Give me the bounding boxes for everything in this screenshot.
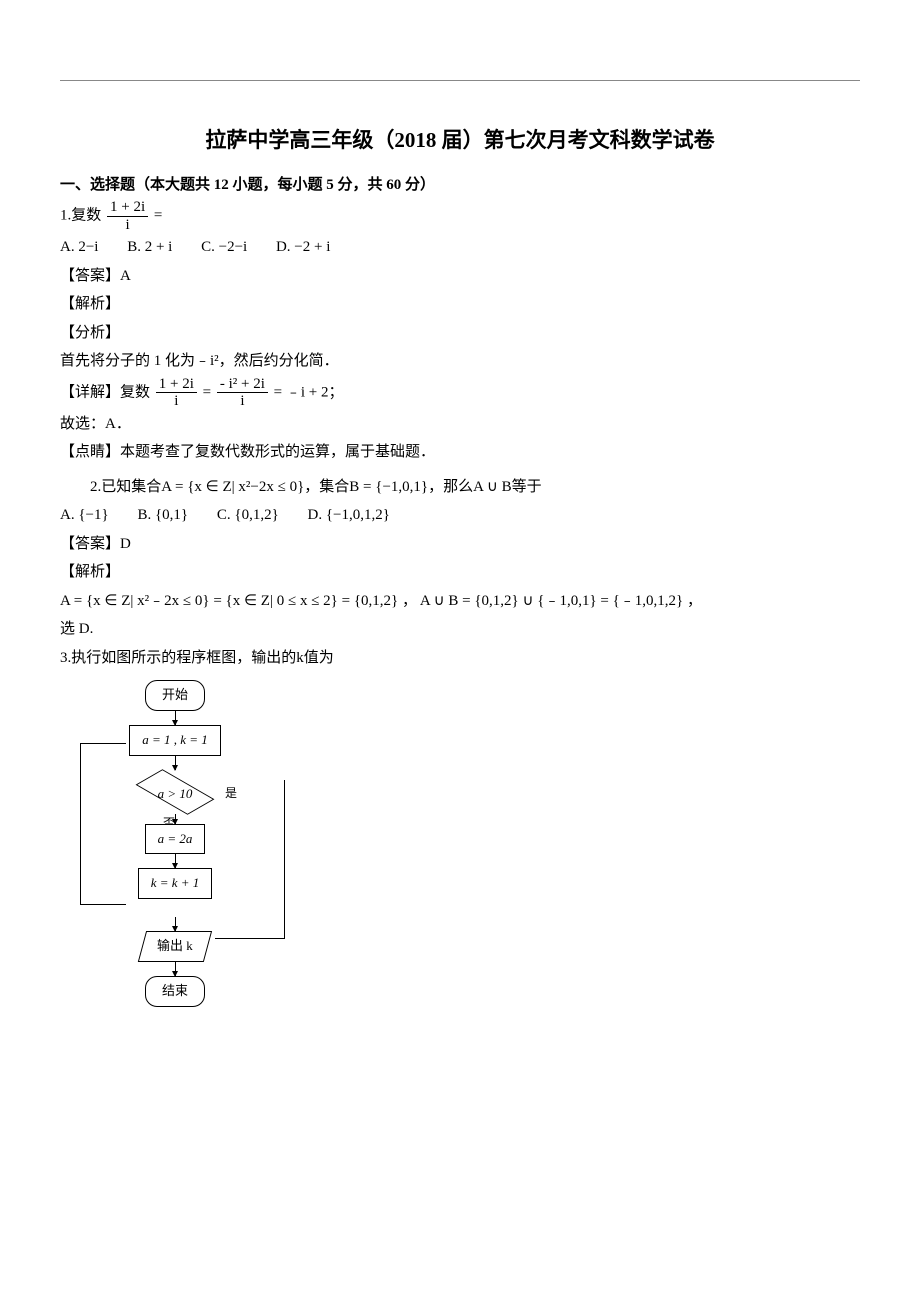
q1-detail: 【详解】复数 1 + 2i i = - i² + 2i i = ﹣i + 2；	[60, 376, 860, 410]
q1-so: 故选：A．	[60, 410, 860, 439]
opt-d: D. {−1,0,1,2}	[308, 507, 390, 523]
arrow-icon	[175, 711, 176, 725]
arrow-icon	[175, 917, 176, 931]
yes-line-horizontal	[215, 938, 285, 939]
opt-d: D. −2 + i	[276, 239, 330, 255]
page-title: 拉萨中学高三年级（2018 届）第七次月考文科数学试卷	[60, 121, 860, 161]
q1-options: A. 2−i B. 2 + i C. −2−i D. −2 + i	[60, 233, 860, 262]
frac-den: i	[217, 393, 268, 410]
q1-dianjing: 【点睛】本题考查了复数代数形式的运算，属于基础题．	[60, 438, 860, 467]
q2-options: A. {−1} B. {0,1} C. {0,1,2} D. {−1,0,1,2…	[60, 501, 860, 530]
q2-answer: 【答案】D	[60, 530, 860, 559]
frac-num: 1 + 2i	[156, 376, 197, 394]
flow-decision: a > 10 是 否	[135, 772, 215, 812]
arrow-icon	[175, 962, 176, 976]
detail-prefix: 【详解】复数	[60, 384, 150, 400]
flow-output-text: 输出 k	[157, 934, 193, 959]
frac-den: i	[107, 217, 148, 234]
label-yes: 是	[225, 782, 237, 805]
yes-line-vertical	[284, 780, 285, 938]
flow-column: 开始 a = 1 , k = 1 a > 10 是 否 a = 2a k = k…	[85, 680, 265, 1006]
q1-fenxi: 【分析】	[60, 319, 860, 348]
section-heading: 一、选择题（本大题共 12 小题，每小题 5 分，共 60 分）	[60, 171, 860, 200]
flow-update-a: a = 2a	[145, 824, 206, 855]
flow-start: 开始	[145, 680, 205, 711]
q2-stem: 2.已知集合A = {x ∈ Z| x²−2x ≤ 0}，集合B = {−1,0…	[60, 473, 860, 502]
flow-output: 输出 k	[138, 931, 212, 962]
detail-frac2: - i² + 2i i	[217, 376, 268, 410]
q1-stem: 1.复数 1 + 2i i =	[60, 199, 860, 233]
q1-suffix: =	[154, 208, 162, 224]
q2-so: 选 D.	[60, 615, 860, 644]
q1-answer: 【答案】A	[60, 262, 860, 291]
opt-a: A. {−1}	[60, 507, 109, 523]
opt-c: C. −2−i	[201, 239, 247, 255]
flow-end: 结束	[145, 976, 205, 1007]
frac-num: - i² + 2i	[217, 376, 268, 394]
flow-cond: a > 10	[135, 782, 215, 807]
q2-work: A = {x ∈ Z| x²﹣2x ≤ 0} = {x ∈ Z| 0 ≤ x ≤…	[60, 587, 860, 616]
flow-init: a = 1 , k = 1	[129, 725, 221, 756]
arrow-icon	[175, 814, 176, 824]
opt-c: C. {0,1,2}	[217, 507, 279, 523]
loop-line	[80, 743, 126, 905]
arrow-icon	[175, 756, 176, 770]
opt-b: B. {0,1}	[137, 507, 188, 523]
opt-b: B. 2 + i	[127, 239, 172, 255]
flow-update-k: k = k + 1	[138, 868, 213, 899]
q1-jiexi: 【解析】	[60, 290, 860, 319]
q1-fraction: 1 + 2i i	[107, 199, 148, 233]
detail-tail: = ﹣i + 2；	[274, 384, 344, 400]
frac-num: 1 + 2i	[107, 199, 148, 217]
arrow-icon	[175, 854, 176, 868]
q2-jiexi: 【解析】	[60, 558, 860, 587]
flowchart: 开始 a = 1 , k = 1 a > 10 是 否 a = 2a k = k…	[85, 680, 265, 1006]
top-rule	[60, 80, 860, 81]
q3-stem: 3.执行如图所示的程序框图，输出的k值为	[60, 644, 860, 673]
q1-fenxi-text: 首先将分子的 1 化为﹣i²，然后约分化简．	[60, 347, 860, 376]
eq: =	[203, 384, 211, 400]
frac-den: i	[156, 393, 197, 410]
q1-prefix: 1.复数	[60, 208, 101, 224]
detail-frac1: 1 + 2i i	[156, 376, 197, 410]
opt-a: A. 2−i	[60, 239, 98, 255]
